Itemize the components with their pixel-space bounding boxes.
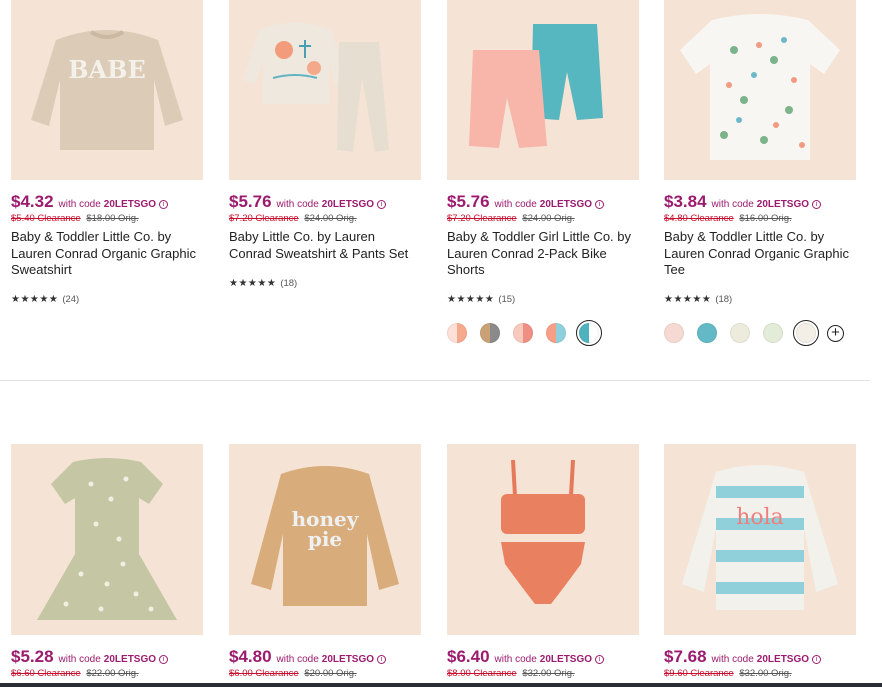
rating[interactable]: ★★★★★ (15) <box>447 293 639 307</box>
color-swatches <box>447 320 612 346</box>
with-code-label: with code <box>711 654 754 665</box>
with-code-label: with code <box>276 199 319 210</box>
color-swatch[interactable] <box>664 323 684 343</box>
product-title[interactable]: Baby & Toddler Little Co. by Lauren Conr… <box>664 229 856 279</box>
color-swatch[interactable] <box>763 323 783 343</box>
product-card[interactable]: $6.40 with code 20LETSGO i $8.00 Clearan… <box>447 444 639 681</box>
with-code-label: with code <box>58 199 101 210</box>
clearance-price: $5.40 Clearance <box>11 213 81 224</box>
info-icon[interactable]: i <box>595 200 605 209</box>
color-swatch[interactable] <box>546 323 566 343</box>
product-image[interactable] <box>447 444 639 635</box>
color-swatch[interactable] <box>513 323 533 343</box>
review-count: (15) <box>498 294 516 305</box>
sale-price: $5.76 <box>447 192 490 211</box>
clearance-price: $7.20 Clearance <box>229 213 299 224</box>
hola-graphic-text: hola <box>736 505 784 530</box>
sale-price: $7.68 <box>664 647 707 666</box>
color-swatch[interactable] <box>730 323 750 343</box>
color-swatch[interactable] <box>447 323 467 343</box>
star-rating: ★★★★★ <box>11 294 59 305</box>
product-card[interactable]: $5.76 with code 20LETSGO i $7.20 Clearan… <box>229 0 421 290</box>
row-divider <box>0 380 870 381</box>
clearance-price: $8.00 Clearance <box>447 668 517 679</box>
clearance-price: $6.60 Clearance <box>11 668 81 679</box>
original-price: $32.00 Orig. <box>522 668 575 679</box>
product-card[interactable]: $5.76 with code 20LETSGO i $7.20 Clearan… <box>447 0 639 307</box>
info-icon[interactable]: i <box>377 655 387 664</box>
original-price: $24.00 Orig. <box>522 213 575 224</box>
original-price: $22.00 Orig. <box>86 668 139 679</box>
pie-graphic-text: pie <box>308 527 342 551</box>
more-colors-plus-icon[interactable]: + <box>827 324 844 342</box>
product-image[interactable]: honey pie <box>229 444 421 635</box>
promo-code: 20LETSGO <box>321 199 375 210</box>
product-image[interactable]: hola <box>664 444 856 635</box>
product-title[interactable]: Baby & Toddler Girl Little Co. by Lauren… <box>447 229 639 279</box>
sale-price: $4.32 <box>11 192 54 211</box>
original-price: $16.00 Orig. <box>739 213 792 224</box>
clearance-price: $7.20 Clearance <box>447 213 517 224</box>
info-icon[interactable]: i <box>377 200 387 209</box>
star-rating: ★★★★★ <box>664 294 712 305</box>
clearance-price: $4.80 Clearance <box>664 213 734 224</box>
promo-code: 20LETSGO <box>321 654 375 665</box>
product-card[interactable]: $5.28 with code 20LETSGO i $6.60 Clearan… <box>11 444 203 681</box>
product-image[interactable] <box>229 0 421 180</box>
promo-code: 20LETSGO <box>103 654 157 665</box>
original-price: $18.00 Orig. <box>86 213 139 224</box>
original-price: $20.00 Orig. <box>304 668 357 679</box>
sale-price: $3.84 <box>664 192 707 211</box>
clearance-price: $6.00 Clearance <box>229 668 299 679</box>
promo-code: 20LETSGO <box>756 199 810 210</box>
product-card[interactable]: $3.84 with code 20LETSGO i $4.80 Clearan… <box>664 0 856 307</box>
promo-code: 20LETSGO <box>756 654 810 665</box>
with-code-label: with code <box>58 654 101 665</box>
promo-code: 20LETSGO <box>539 199 593 210</box>
sale-price: $6.40 <box>447 647 490 666</box>
color-swatch[interactable] <box>793 320 819 346</box>
product-title[interactable]: Baby Little Co. by Lauren Conrad Sweatsh… <box>229 229 421 262</box>
star-rating: ★★★★★ <box>229 277 277 289</box>
clearance-price: $9.60 Clearance <box>664 668 734 679</box>
color-swatch[interactable] <box>697 323 717 343</box>
rating[interactable]: ★★★★★ (18) <box>664 293 856 307</box>
product-image[interactable] <box>447 0 639 180</box>
with-code-label: with code <box>276 654 319 665</box>
sale-price: $5.76 <box>229 192 272 211</box>
info-icon[interactable]: i <box>159 200 169 209</box>
product-card[interactable]: hola $7.68 with code 20LETSGO i $9.60 Cl… <box>664 444 856 681</box>
bottom-taskbar <box>0 683 882 687</box>
with-code-label: with code <box>494 654 537 665</box>
rating[interactable]: ★★★★★ (24) <box>11 293 203 307</box>
info-icon[interactable]: i <box>812 200 822 209</box>
product-image[interactable]: BABE <box>11 0 203 180</box>
rating[interactable]: ★★★★★ (18) <box>229 276 421 290</box>
review-count: (18) <box>715 294 733 305</box>
product-image[interactable] <box>664 0 856 180</box>
original-price: $32.00 Orig. <box>739 668 792 679</box>
original-price: $24.00 Orig. <box>304 213 357 224</box>
review-count: (24) <box>62 294 80 305</box>
babe-graphic-text: BABE <box>68 55 145 84</box>
info-icon[interactable]: i <box>595 655 605 664</box>
product-card[interactable]: honey pie $4.80 with code 20LETSGO i $6.… <box>229 444 421 681</box>
with-code-label: with code <box>711 199 754 210</box>
color-swatches: + <box>664 320 844 346</box>
color-swatch[interactable] <box>576 320 602 346</box>
product-title[interactable]: Baby & Toddler Little Co. by Lauren Conr… <box>11 229 203 279</box>
product-card[interactable]: BABE $4.32 with code 20LETSGO i $5.40 Cl… <box>11 0 203 307</box>
info-icon[interactable]: i <box>159 655 169 664</box>
promo-code: 20LETSGO <box>539 654 593 665</box>
with-code-label: with code <box>494 199 537 210</box>
info-icon[interactable]: i <box>812 655 822 664</box>
color-swatch[interactable] <box>480 323 500 343</box>
sale-price: $4.80 <box>229 647 272 666</box>
product-image[interactable] <box>11 444 203 635</box>
sale-price: $5.28 <box>11 647 54 666</box>
promo-code: 20LETSGO <box>103 199 157 210</box>
star-rating: ★★★★★ <box>447 294 495 305</box>
review-count: (18) <box>280 277 298 289</box>
